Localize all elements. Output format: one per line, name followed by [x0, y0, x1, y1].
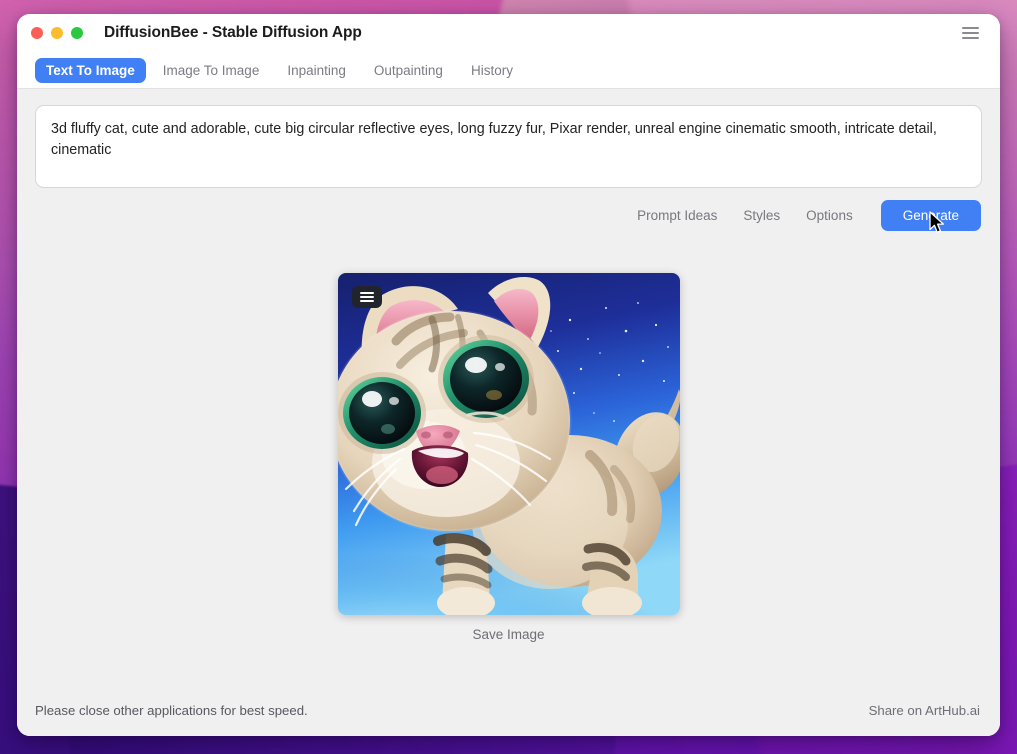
prompt-input[interactable]: 3d fluffy cat, cute and adorable, cute b… [35, 105, 982, 188]
styles-button[interactable]: Styles [743, 208, 780, 223]
app-window: DiffusionBee - Stable Diffusion App Text… [17, 14, 1000, 736]
window-controls [31, 27, 83, 39]
title-bar: DiffusionBee - Stable Diffusion App [17, 14, 1000, 52]
share-on-arthub-link[interactable]: Share on ArtHub.ai [869, 703, 980, 718]
main-content: 3d fluffy cat, cute and adorable, cute b… [17, 89, 1000, 736]
generate-button[interactable]: Generate [881, 200, 981, 231]
tab-outpainting[interactable]: Outpainting [363, 58, 454, 83]
hamburger-menu-icon[interactable] [962, 22, 984, 44]
minimize-button[interactable] [51, 27, 63, 39]
image-options-hamburger-menu-icon[interactable] [352, 286, 382, 308]
options-button[interactable]: Options [806, 208, 853, 223]
close-button[interactable] [31, 27, 43, 39]
window-title: DiffusionBee - Stable Diffusion App [104, 24, 362, 42]
prompt-ideas-button[interactable]: Prompt Ideas [637, 208, 717, 223]
status-bar: Please close other applications for best… [17, 684, 1000, 736]
tab-bar: Text To Image Image To Image Inpainting … [17, 52, 1000, 89]
generated-image[interactable] [338, 273, 680, 615]
tab-image-to-image[interactable]: Image To Image [152, 58, 271, 83]
tab-inpainting[interactable]: Inpainting [276, 58, 357, 83]
maximize-button[interactable] [71, 27, 83, 39]
result-area: Save Image [17, 231, 1000, 684]
save-image-button[interactable]: Save Image [472, 627, 544, 642]
action-row: Prompt Ideas Styles Options Generate [17, 200, 981, 231]
tab-text-to-image[interactable]: Text To Image [35, 58, 146, 83]
tab-history[interactable]: History [460, 58, 524, 83]
status-message: Please close other applications for best… [35, 703, 308, 718]
